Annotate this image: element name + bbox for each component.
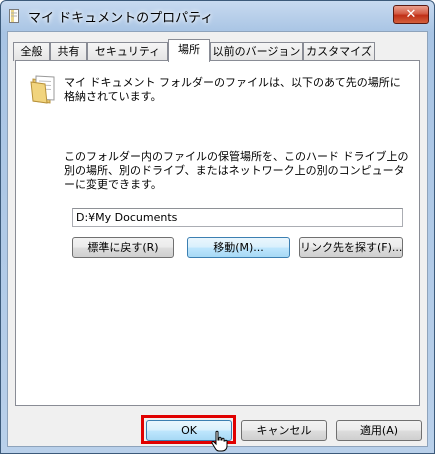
find-target-button[interactable]: リンク先を探す(F)...: [299, 237, 403, 258]
dialog-client-area: 全般 共有 セキュリティ 場所 以前のバージョン カスタマイズ マイ ドキュメン…: [7, 31, 428, 452]
tab-location[interactable]: 場所: [168, 39, 210, 62]
move-description: このフォルダー内のファイルの保管場所を、このハード ドライブ上の別の場所、別のド…: [64, 150, 409, 191]
cancel-button[interactable]: キャンセル: [241, 420, 327, 441]
folder-path-input[interactable]: [72, 208, 403, 227]
window-title: マイ ドキュメントのプロパティ: [28, 11, 214, 26]
apply-button[interactable]: 適用(A): [336, 420, 422, 441]
title-bar[interactable]: マイ ドキュメントのプロパティ ✕: [1, 1, 434, 31]
properties-window: マイ ドキュメントのプロパティ ✕ 全般 共有 セキュリティ 場所 以前のバージ…: [0, 0, 435, 454]
my-documents-folder-icon: [30, 75, 55, 104]
tab-general[interactable]: 全般: [13, 42, 50, 61]
mouse-pointer-icon: [211, 430, 228, 452]
location-tab-panel: マイ ドキュメント フォルダーのファイルは、以下のあて先の場所に格納されています…: [15, 60, 420, 406]
move-button[interactable]: 移動(M)...: [187, 237, 290, 258]
close-button[interactable]: ✕: [393, 5, 429, 24]
tab-customize[interactable]: カスタマイズ: [303, 42, 375, 61]
tab-previous-versions[interactable]: 以前のバージョン: [210, 42, 303, 61]
restore-default-button[interactable]: 標準に戻す(R): [72, 237, 174, 258]
location-description: マイ ドキュメント フォルダーのファイルは、以下のあて先の場所に格納されています…: [64, 76, 401, 103]
tab-sharing[interactable]: 共有: [50, 42, 87, 61]
document-folder-icon: [9, 9, 19, 23]
tab-security[interactable]: セキュリティ: [87, 42, 168, 61]
